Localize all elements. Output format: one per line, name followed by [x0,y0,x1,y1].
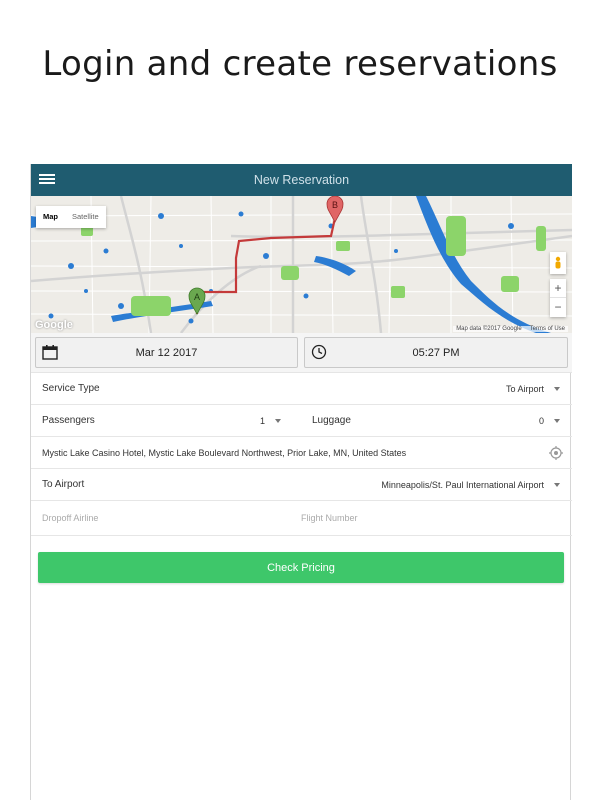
chevron-down-icon [554,386,560,391]
map-type-satellite[interactable]: Satellite [65,206,106,228]
hamburger-icon[interactable] [39,172,55,188]
calendar-icon [42,345,58,360]
chevron-down-icon [554,418,560,423]
passengers-value: 1 [260,415,266,426]
zoom-control: + − [550,279,566,317]
passengers-label: Passengers [42,415,95,426]
chevron-down-icon [275,418,282,423]
map-attribution: Map data ©2017 Google Terms of Use [453,326,568,332]
promo-title: Login and create reservations [42,44,558,84]
service-type-select[interactable]: To Airport [506,384,560,394]
passengers-select[interactable]: 1 [260,415,282,426]
route-map[interactable]: A B Map Satellite + − Google Map data ©2… [31,196,572,333]
flight-number-input[interactable]: Flight Number [301,513,358,523]
to-airport-label: To Airport [42,479,85,490]
app-screen: New Reservation A B Map Satellite + − Go… [30,164,572,800]
datetime-row: Mar 12 2017 05:27 PM [31,333,572,373]
app-bar: New Reservation [31,164,572,196]
service-type-row: Service Type To Airport [31,373,572,405]
airport-value: Minneapolis/St. Paul International Airpo… [381,479,544,490]
date-value: Mar 12 2017 [135,346,198,359]
check-pricing-button[interactable]: Check Pricing [38,552,564,583]
marker-a-label: A [194,292,200,302]
date-picker[interactable]: Mar 12 2017 [35,337,298,368]
screen-title: New Reservation [253,173,350,187]
airline-flight-row: Dropoff Airline Flight Number [31,501,572,536]
dropoff-airline-input[interactable]: Dropoff Airline [42,513,98,523]
passengers-luggage-row: Passengers 1 Luggage 0 [31,405,572,437]
pickup-address[interactable]: Mystic Lake Casino Hotel, Mystic Lake Bo… [42,448,406,458]
airport-select[interactable]: Minneapolis/St. Paul International Airpo… [381,480,560,490]
map-type-map[interactable]: Map [36,206,65,228]
marker-b-label: B [332,200,338,210]
zoom-in-button[interactable]: + [550,279,566,298]
google-logo: Google [35,319,73,331]
time-value: 05:27 PM [412,346,460,359]
location-target-icon[interactable] [548,445,564,461]
luggage-value: 0 [538,415,544,426]
luggage-label: Luggage [312,415,351,426]
chevron-down-icon [554,482,560,487]
street-view-pegman-icon[interactable] [550,252,566,274]
to-airport-row: To Airport Minneapolis/St. Paul Internat… [31,469,572,501]
time-picker[interactable]: 05:27 PM [304,337,568,368]
service-type-label: Service Type [42,383,100,394]
map-data-credit: Map data ©2017 Google [456,326,522,332]
terms-of-use-link[interactable]: Terms of Use [530,326,565,332]
service-type-value: To Airport [505,383,544,394]
luggage-select[interactable]: 0 [539,416,560,426]
zoom-out-button[interactable]: − [550,298,566,317]
pickup-address-row[interactable]: Mystic Lake Casino Hotel, Mystic Lake Bo… [31,437,572,469]
clock-icon [311,344,327,360]
map-type-toggle: Map Satellite [36,206,106,228]
